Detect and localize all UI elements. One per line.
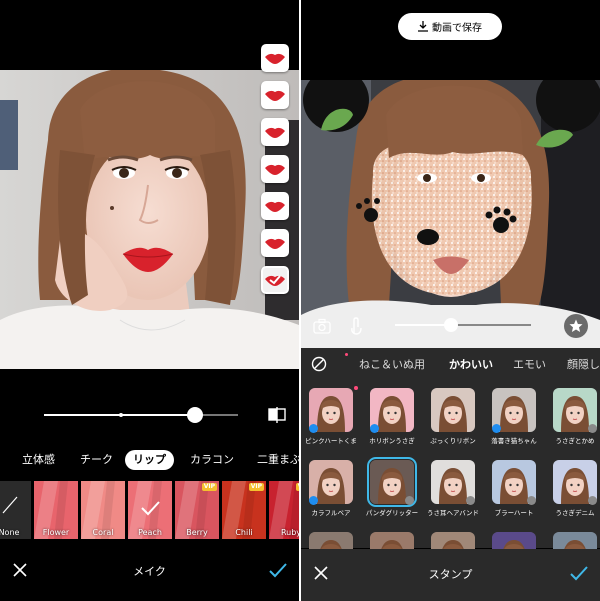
download-badge-icon bbox=[588, 496, 597, 505]
stamp-item[interactable]: ブラーハート bbox=[490, 460, 538, 526]
lip-color-ruby[interactable]: RubyVIP bbox=[269, 481, 299, 539]
save-video-label: 動画で保存 bbox=[432, 23, 482, 34]
download-badge-icon bbox=[588, 424, 597, 433]
favorite-badge-icon bbox=[309, 496, 318, 505]
tab-double-eyelid[interactable]: 二重まぶた bbox=[257, 450, 299, 470]
stamp-grid: ピンクハートくま ホリボンうさぎ ぷっくりリボン 落書き猫ちゃん うさぎとかめカラフルベ… bbox=[301, 380, 600, 576]
lip-color-label: Flower bbox=[42, 528, 70, 537]
stamp-name: ブラーハート bbox=[494, 509, 534, 517]
tab-lip[interactable]: リップ bbox=[125, 450, 174, 470]
lip-shade-7-selected[interactable] bbox=[261, 266, 289, 294]
stamp-name: ぷっくりリボン bbox=[430, 437, 476, 445]
lip-shade-1[interactable] bbox=[261, 44, 289, 72]
slider-fill bbox=[395, 324, 451, 326]
bottom-bar-title: メイク bbox=[133, 565, 166, 578]
tab-face-hide[interactable]: 顔隠し bbox=[567, 356, 600, 372]
lip-color-flower[interactable]: Flower bbox=[34, 481, 78, 539]
lip-shade-3[interactable] bbox=[261, 118, 289, 146]
lip-color-coral[interactable]: Coral bbox=[81, 481, 125, 539]
lip-color-list: None Flower Coral Peach Berry VIP Chili VIP Ruby… bbox=[0, 481, 299, 539]
intensity-slider[interactable] bbox=[0, 400, 299, 430]
download-badge-icon bbox=[527, 496, 536, 505]
stamp-name: 落書き猫ちゃん bbox=[491, 437, 537, 445]
download-badge-icon bbox=[466, 496, 475, 505]
bottom-bar-title: スタンプ bbox=[428, 568, 473, 581]
stamp-intensity-slider[interactable] bbox=[301, 312, 600, 342]
stamp-item[interactable]: ぷっくりリボン bbox=[429, 388, 477, 454]
slider-midpoint bbox=[119, 413, 123, 417]
new-dot bbox=[345, 353, 348, 356]
lip-shade-column bbox=[261, 44, 291, 303]
lip-color-peach[interactable]: Peach bbox=[128, 481, 172, 539]
compare-icon[interactable] bbox=[268, 407, 286, 423]
download-badge-icon bbox=[405, 496, 414, 505]
lip-shade-6[interactable] bbox=[261, 229, 289, 257]
face-photo[interactable] bbox=[0, 70, 299, 369]
confirm-check-icon[interactable] bbox=[269, 562, 287, 578]
stamp-item[interactable]: ピンクハートくま bbox=[305, 386, 358, 454]
stamp-preview-photo[interactable] bbox=[301, 80, 600, 348]
touch-icon[interactable] bbox=[349, 315, 363, 335]
lip-shade-2[interactable] bbox=[261, 81, 289, 109]
favorite-badge-icon bbox=[370, 424, 379, 433]
save-video-button[interactable]: 動画で保存 bbox=[398, 13, 502, 40]
stamp-screen: 動画で保存 ねこ＆いぬ用 かわいい エモい 顔隠し ピンクハートくま ホリボンう… bbox=[301, 0, 600, 601]
download-icon bbox=[418, 21, 428, 32]
stamp-item[interactable]: うさぎデニム bbox=[551, 460, 599, 526]
stamp-category-tabs: ねこ＆いぬ用 かわいい エモい 顔隠し bbox=[301, 348, 600, 380]
confirm-check-icon[interactable] bbox=[570, 565, 588, 581]
stamp-item[interactable]: カラフルベア bbox=[307, 460, 355, 526]
tab-cheek[interactable]: チーク bbox=[80, 450, 113, 470]
favorite-badge-icon bbox=[492, 424, 501, 433]
tab-color-contact[interactable]: カラコン bbox=[190, 450, 234, 470]
bottom-bar: メイク bbox=[0, 543, 299, 601]
tab-kawaii[interactable]: かわいい bbox=[449, 356, 493, 372]
makeup-category-tabs: 立体感 チーク リップ カラコン 二重まぶた bbox=[0, 447, 299, 473]
stamp-name: パンダグリッター bbox=[365, 509, 419, 517]
stamp-name: カラフルベア bbox=[311, 509, 351, 517]
lip-color-label: Coral bbox=[92, 528, 114, 537]
lip-color-label: Chili bbox=[235, 528, 253, 537]
lip-color-none[interactable]: None bbox=[0, 481, 31, 539]
stamp-item[interactable]: パンダグリッター bbox=[366, 457, 418, 526]
stamp-name: うさ耳ヘアバンド bbox=[426, 509, 480, 517]
vip-badge: VIP bbox=[201, 483, 217, 491]
makeup-screen: 立体感 チーク リップ カラコン 二重まぶた None Flower Coral Pe… bbox=[0, 0, 299, 601]
lip-color-label: Berry bbox=[186, 528, 208, 537]
lip-color-berry[interactable]: Berry VIP bbox=[175, 481, 219, 539]
stamp-name: うさぎとかめ bbox=[555, 437, 595, 445]
star-icon bbox=[569, 319, 583, 332]
stamp-item[interactable]: ホリボンうさぎ bbox=[368, 388, 416, 454]
slider-thumb[interactable] bbox=[443, 318, 458, 332]
lip-color-chili[interactable]: Chili VIP bbox=[222, 481, 266, 539]
favorite-badge-icon bbox=[309, 424, 318, 433]
app-screens: 立体感 チーク リップ カラコン 二重まぶた None Flower Coral Pe… bbox=[0, 0, 600, 601]
tab-rittaikan[interactable]: 立体感 bbox=[22, 450, 55, 470]
vip-badge: VIP bbox=[248, 483, 264, 491]
stamp-name: ピンクハートくま bbox=[305, 437, 357, 445]
bottom-bar: スタンプ bbox=[301, 549, 600, 601]
favorite-button[interactable] bbox=[564, 314, 588, 338]
stamp-item[interactable]: 落書き猫ちゃん bbox=[490, 388, 538, 454]
slider-thumb[interactable] bbox=[187, 407, 204, 423]
tab-cat-dog[interactable]: ねこ＆いぬ用 bbox=[359, 356, 425, 372]
lip-color-label: Ruby bbox=[280, 528, 299, 537]
new-dot bbox=[354, 386, 358, 390]
no-stamp-icon[interactable] bbox=[311, 356, 327, 372]
tab-emoi[interactable]: エモい bbox=[513, 356, 546, 372]
stamp-name: ホリボンうさぎ bbox=[369, 437, 415, 445]
stamp-item[interactable]: うさぎとかめ bbox=[551, 388, 599, 454]
stamp-thumbnail bbox=[431, 388, 475, 432]
lip-shade-5[interactable] bbox=[261, 192, 289, 220]
camera-icon[interactable] bbox=[313, 318, 331, 334]
lip-shade-4[interactable] bbox=[261, 155, 289, 183]
lip-color-label: Peach bbox=[138, 528, 162, 537]
stamp-item[interactable]: うさ耳ヘアバンド bbox=[427, 460, 479, 526]
lip-color-label: None bbox=[0, 528, 20, 537]
stamp-name: うさぎデニム bbox=[555, 509, 595, 517]
